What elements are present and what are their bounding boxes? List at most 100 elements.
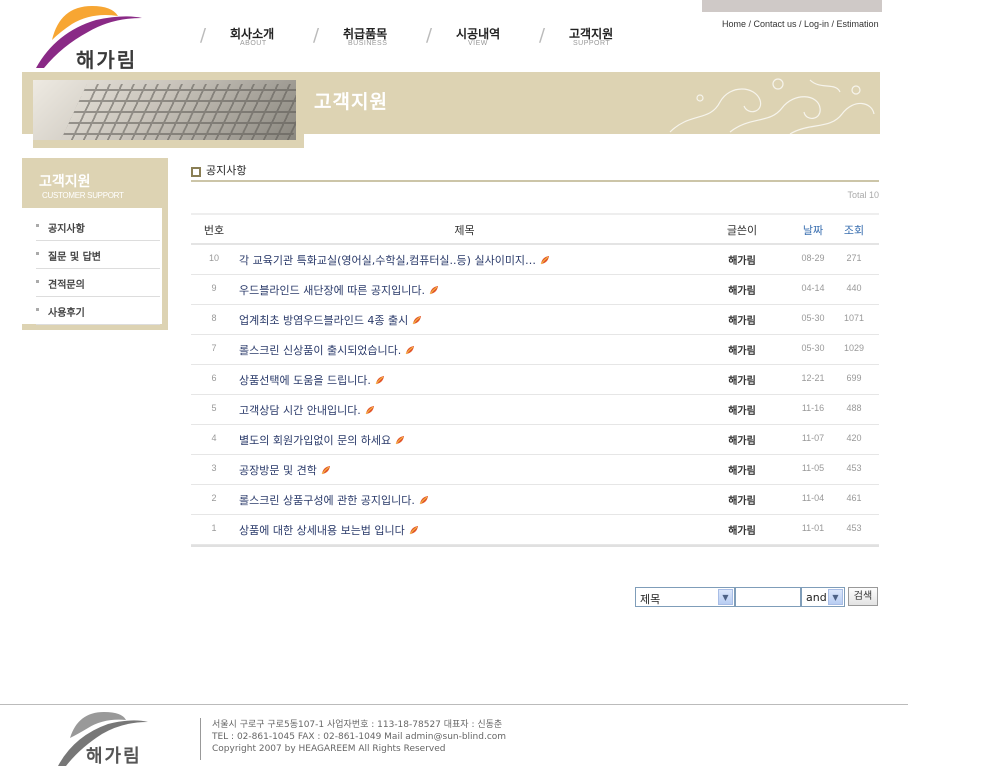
footer-divider xyxy=(0,704,908,705)
row-number: 4 xyxy=(211,433,217,443)
sidebar-item-review[interactable]: 사용후기 xyxy=(36,298,160,325)
sidebar-item-label: 견적문의 xyxy=(48,280,85,291)
row-title-link[interactable]: 업계최초 방염우드블라인드 4종 출시 xyxy=(239,312,422,328)
row-title: 상품에 대한 상세내용 보는법 입니다 xyxy=(239,524,405,537)
row-title-link[interactable]: 상품선택에 도움을 드립니다. xyxy=(239,372,385,388)
row-title: 롤스크린 신상품이 출시되었습니다. xyxy=(239,344,402,357)
row-views: 420 xyxy=(846,433,862,443)
row-title: 우드블라인드 새단장에 따른 공지입니다. xyxy=(239,284,426,297)
sidebar-header: 고객지원 CUSTOMER SUPPORT xyxy=(22,158,168,208)
row-number: 6 xyxy=(211,373,217,383)
row-title-link[interactable]: 별도의 회원가입없이 문의 하세요 xyxy=(239,432,405,448)
search-field-value: 제목 xyxy=(640,593,661,606)
header-title: 제목 xyxy=(454,224,475,237)
section-title: 공지사항 xyxy=(206,164,247,177)
table-row: 9 우드블라인드 새단장에 따른 공지입니다. 해가림 04-14 440 xyxy=(191,275,879,305)
row-writer: 해가림 xyxy=(728,496,756,507)
table-row: 1 상품에 대한 상세내용 보는법 입니다 해가림 11-01 453 xyxy=(191,515,879,545)
new-post-icon xyxy=(405,346,415,355)
nav-view[interactable]: / 시공내역 VIEW xyxy=(426,24,516,54)
table-header: 번호 제목 글쓴이 날짜 조회 xyxy=(191,213,879,245)
row-number: 9 xyxy=(211,283,217,293)
row-writer: 해가림 xyxy=(728,346,756,357)
row-title-link[interactable]: 우드블라인드 새단장에 따른 공지입니다. xyxy=(239,282,439,298)
row-title-link[interactable]: 고객상담 시간 안내입니다. xyxy=(239,402,375,418)
row-title: 상품선택에 도움을 드립니다. xyxy=(239,374,371,387)
nav-divider: / xyxy=(200,25,207,46)
search-operator-select[interactable]: and ▼ xyxy=(801,587,845,607)
notice-board: 번호 제목 글쓴이 날짜 조회 10 각 교육기관 특화교실(영어실,수학실,컴퓨… xyxy=(191,213,879,547)
footer-separator xyxy=(200,718,201,760)
row-title-link[interactable]: 공장방문 및 견학 xyxy=(239,462,331,478)
row-writer: 해가림 xyxy=(728,466,756,477)
chevron-down-icon: ▼ xyxy=(828,589,843,605)
footer-brand: 해가림 xyxy=(86,746,142,767)
header-views[interactable]: 조회 xyxy=(834,222,874,238)
nav-support[interactable]: / 고객지원 SUPPORT xyxy=(539,24,629,54)
sidebar-item-notice[interactable]: 공지사항 xyxy=(36,214,160,241)
bullet-icon xyxy=(36,252,39,255)
sidebar-subtitle: CUSTOMER SUPPORT xyxy=(42,191,124,200)
row-date: 12-21 xyxy=(801,373,825,383)
row-title-link[interactable]: 롤스크린 신상품이 출시되었습니다. xyxy=(239,342,415,358)
search-operator-value: and xyxy=(806,591,827,604)
nav-sublabel: BUSINESS xyxy=(348,40,388,47)
new-post-icon xyxy=(409,526,418,535)
search-field-select[interactable]: 제목 ▼ xyxy=(635,587,735,607)
new-post-icon xyxy=(540,256,550,265)
row-date: 05-30 xyxy=(801,343,825,353)
square-bullet-icon xyxy=(191,167,201,177)
header-date[interactable]: 날짜 xyxy=(792,222,834,238)
row-number: 10 xyxy=(208,253,219,263)
nav-divider: / xyxy=(426,25,433,46)
row-views: 461 xyxy=(846,493,862,503)
sidebar-item-estimate[interactable]: 견적문의 xyxy=(36,270,160,297)
sidebar-menu: 공지사항 질문 및 답변 견적문의 사용후기 xyxy=(22,208,168,330)
row-title: 공장방문 및 견학 xyxy=(239,464,317,477)
total-count: Total 10 xyxy=(847,190,879,200)
row-views: 1071 xyxy=(843,313,865,323)
row-title-link[interactable]: 롤스크린 상품구성에 관한 공지입니다. xyxy=(239,492,429,508)
table-row: 10 각 교육기관 특화교실(영어실,수학실,컴퓨터실..등) 실사이미지… 해가림… xyxy=(191,245,879,275)
main-nav: / 회사소개 ABOUT / 취급품목 BUSINESS / 시공내역 VIEW… xyxy=(200,24,640,54)
sidebar-item-label: 공지사항 xyxy=(48,224,85,235)
table-end-line xyxy=(191,545,879,547)
row-title-link[interactable]: 상품에 대한 상세내용 보는법 입니다 xyxy=(239,522,419,538)
nav-about[interactable]: / 회사소개 ABOUT xyxy=(200,24,290,54)
sidebar-title: 고객지원 xyxy=(39,174,91,190)
search-button[interactable]: 검색 xyxy=(848,587,878,606)
row-title: 각 교육기관 특화교실(영어실,수학실,컴퓨터실..등) 실사이미지… xyxy=(239,254,537,267)
keyboard-image xyxy=(33,80,296,140)
header-no: 번호 xyxy=(203,224,225,237)
row-number: 7 xyxy=(211,343,217,353)
row-date: 11-07 xyxy=(801,433,825,443)
top-strip xyxy=(702,0,882,12)
row-writer: 해가림 xyxy=(728,436,756,447)
new-post-icon xyxy=(321,466,330,475)
chevron-down-icon: ▼ xyxy=(718,589,733,605)
top-links[interactable]: Home / Contact us / Log-in / Estimation xyxy=(722,19,879,29)
sidebar-item-label: 질문 및 답변 xyxy=(48,252,101,263)
new-post-icon xyxy=(419,496,428,505)
bullet-icon xyxy=(36,224,39,227)
table-row: 6 상품선택에 도움을 드립니다. 해가림 12-21 699 xyxy=(191,365,879,395)
sidebar-item-qna[interactable]: 질문 및 답변 xyxy=(36,242,160,269)
nav-sublabel: ABOUT xyxy=(240,40,267,47)
row-date: 11-16 xyxy=(801,403,825,413)
row-writer: 해가림 xyxy=(728,376,756,387)
new-post-icon xyxy=(375,376,384,385)
nav-divider: / xyxy=(313,25,320,46)
row-number: 3 xyxy=(211,463,217,473)
row-views: 488 xyxy=(846,403,862,413)
row-title-link[interactable]: 각 교육기관 특화교실(영어실,수학실,컴퓨터실..등) 실사이미지… xyxy=(239,252,550,268)
row-writer: 해가림 xyxy=(728,316,756,327)
table-row: 8 업계최초 방염우드블라인드 4종 출시 해가림 05-30 1071 xyxy=(191,305,879,335)
nav-sublabel: VIEW xyxy=(468,40,488,47)
row-date: 11-01 xyxy=(801,523,825,533)
row-date: 11-04 xyxy=(801,493,825,503)
row-writer: 해가림 xyxy=(728,406,756,417)
search-input[interactable] xyxy=(735,587,801,607)
row-writer: 해가림 xyxy=(728,526,756,537)
row-views: 440 xyxy=(846,283,862,293)
nav-business[interactable]: / 취급품목 BUSINESS xyxy=(313,24,403,54)
